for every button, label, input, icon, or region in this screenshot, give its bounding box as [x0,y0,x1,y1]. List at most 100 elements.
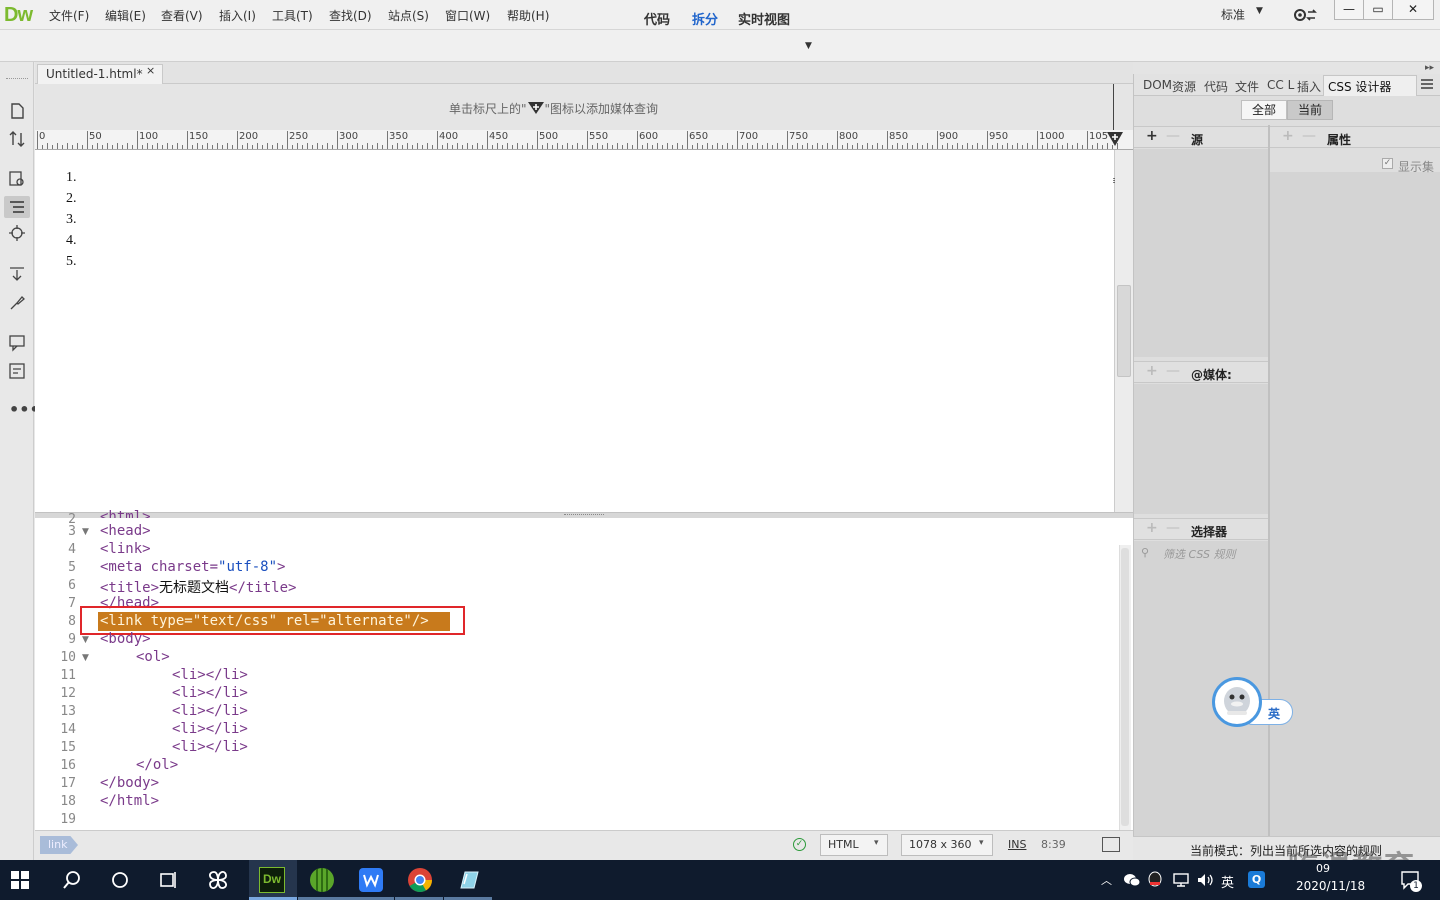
close-icon[interactable]: × [146,64,155,77]
minimize-button[interactable]: — [1334,0,1364,20]
media-section-title: @媒体: [1191,368,1232,382]
add-source-icon[interactable]: + [1146,128,1158,144]
add-property-icon[interactable]: + [1282,128,1294,144]
ruler-tick [802,145,803,149]
split-view-button[interactable]: 拆分 [692,9,718,28]
tab-files[interactable]: 文件 [1235,78,1259,95]
menu-file[interactable]: 文件(F) [49,7,89,24]
tab-cc-libraries[interactable]: CC L [1267,78,1294,92]
search-icon[interactable] [62,870,82,890]
menu-edit[interactable]: 编辑(E) [105,7,146,24]
clock-time[interactable]: 09 [1316,862,1330,875]
menu-insert[interactable]: 插入(I) [219,7,256,24]
input-language-label[interactable]: 英 [1268,705,1280,722]
design-view[interactable]: 1. 2. 3. 4. 5. [35,150,1115,512]
remove-selector-icon[interactable]: — [1166,520,1180,536]
tab-assets[interactable]: 资源 [1172,78,1196,95]
filter-css-rules-input[interactable]: 筛选 CSS 规则 [1163,546,1235,562]
sync-settings-icon[interactable] [1292,6,1318,24]
close-button[interactable]: ✕ [1392,0,1434,20]
clock-date[interactable]: 2020/11/18 [1296,879,1365,893]
task-view-icon[interactable] [158,870,178,890]
code-tag: </title> [229,580,297,596]
restore-button[interactable]: ▭ [1363,0,1393,20]
qq-browser-tray-icon[interactable]: Q [1248,871,1265,888]
tab-css-designer[interactable]: CSS 设计器 [1328,78,1391,95]
ruler-tick [582,145,583,149]
ruler-tick [292,145,293,149]
tab-insert[interactable]: 插入 [1297,78,1321,95]
add-selector-icon[interactable]: + [1146,520,1158,536]
ruler-tick [752,145,753,149]
check-icon[interactable]: ✓ [793,838,806,851]
snippet-icon[interactable] [8,362,26,380]
ruler-tick [262,145,263,149]
qq-tray-icon[interactable] [1147,871,1163,889]
preview-icon[interactable] [1102,837,1120,852]
media-list[interactable] [1134,384,1268,514]
ruler-tick [567,143,568,149]
target-icon[interactable] [8,224,26,242]
show-set-checkbox[interactable]: ✓ [1382,158,1393,169]
show-current-button[interactable]: 当前 [1287,100,1333,120]
add-media-icon[interactable]: + [1146,363,1158,379]
menu-find[interactable]: 查找(D) [329,7,372,24]
remove-source-icon[interactable]: — [1166,128,1180,144]
tab-snippets[interactable]: 代码 [1204,78,1228,95]
show-all-button[interactable]: 全部 [1241,100,1287,120]
format-lines-icon[interactable] [8,198,26,216]
fold-arrow-icon[interactable]: ▼ [82,653,89,663]
media-query-bar[interactable]: 单击标尺上的" "图标以添加媒体查询 [35,84,1133,130]
windows-start-icon[interactable] [10,870,30,890]
watermelon-app-icon[interactable] [308,866,336,894]
wechat-icon[interactable] [1123,872,1141,888]
menu-window[interactable]: 窗口(W) [445,7,490,24]
chrome-icon[interactable] [406,866,434,894]
fold-arrow-icon[interactable]: ▼ [82,635,89,645]
new-document-icon[interactable] [8,102,26,120]
ruler[interactable]: 0 50 100 150 200 250 300 350 400 450 500 550 600 650 7… [35,130,1133,150]
chevron-up-icon[interactable]: ︿ [1101,872,1112,888]
chevron-down-icon[interactable]: ▾ [874,838,879,848]
line-number: 4 [68,542,76,557]
split-divider-grip[interactable] [564,514,604,516]
menu-help[interactable]: 帮助(H) [507,7,549,24]
chevron-down-icon[interactable]: ▼ [805,41,812,51]
document-tab[interactable]: Untitled-1.html* [37,64,163,84]
wps-app-icon[interactable] [357,866,385,894]
dreamweaver-taskbar-icon[interactable]: Dw [259,867,285,893]
cortana-icon[interactable] [110,870,130,890]
volume-icon[interactable] [1196,872,1214,888]
add-media-query-marker-icon[interactable] [1106,131,1124,147]
move-icon[interactable] [8,264,26,282]
menu-tools[interactable]: 工具(T) [272,7,313,24]
properties-list[interactable] [1270,172,1440,836]
remove-property-icon[interactable]: — [1302,128,1316,144]
tag-selector[interactable]: link [40,836,78,854]
code-view-button[interactable]: 代码 [644,9,670,28]
insert-mode-indicator[interactable]: INS [1008,838,1026,851]
menu-site[interactable]: 站点(S) [388,7,429,24]
chevron-down-icon[interactable]: ▼ [1256,6,1263,16]
chevron-down-icon[interactable]: ▾ [979,838,984,848]
toolbar-grip[interactable] [6,78,28,80]
workspace-switcher[interactable]: 标准 [1221,6,1245,23]
remove-media-icon[interactable]: — [1166,363,1180,379]
pinwheel-app-icon[interactable] [204,866,232,894]
code-scrollbar-thumb[interactable] [1121,548,1129,826]
comment-icon[interactable] [8,334,26,352]
network-icon[interactable] [1172,872,1190,888]
fold-arrow-icon[interactable]: ▼ [82,527,89,537]
notepad-app-icon[interactable] [455,866,483,894]
sort-icon[interactable] [8,130,26,148]
collapse-panel-icon[interactable]: ▸▸ [1425,63,1434,73]
ime-language-indicator[interactable]: 英 [1221,872,1234,891]
brush-icon[interactable] [8,294,26,312]
menu-view[interactable]: 查看(V) [161,7,203,24]
design-scrollbar-thumb[interactable] [1117,285,1131,377]
ruler-tick [612,145,613,149]
source-list[interactable] [1134,149,1268,357]
inspect-icon[interactable] [8,170,26,188]
live-view-button[interactable]: 实时视图 [738,9,790,28]
tab-dom[interactable]: DOM [1143,78,1172,92]
